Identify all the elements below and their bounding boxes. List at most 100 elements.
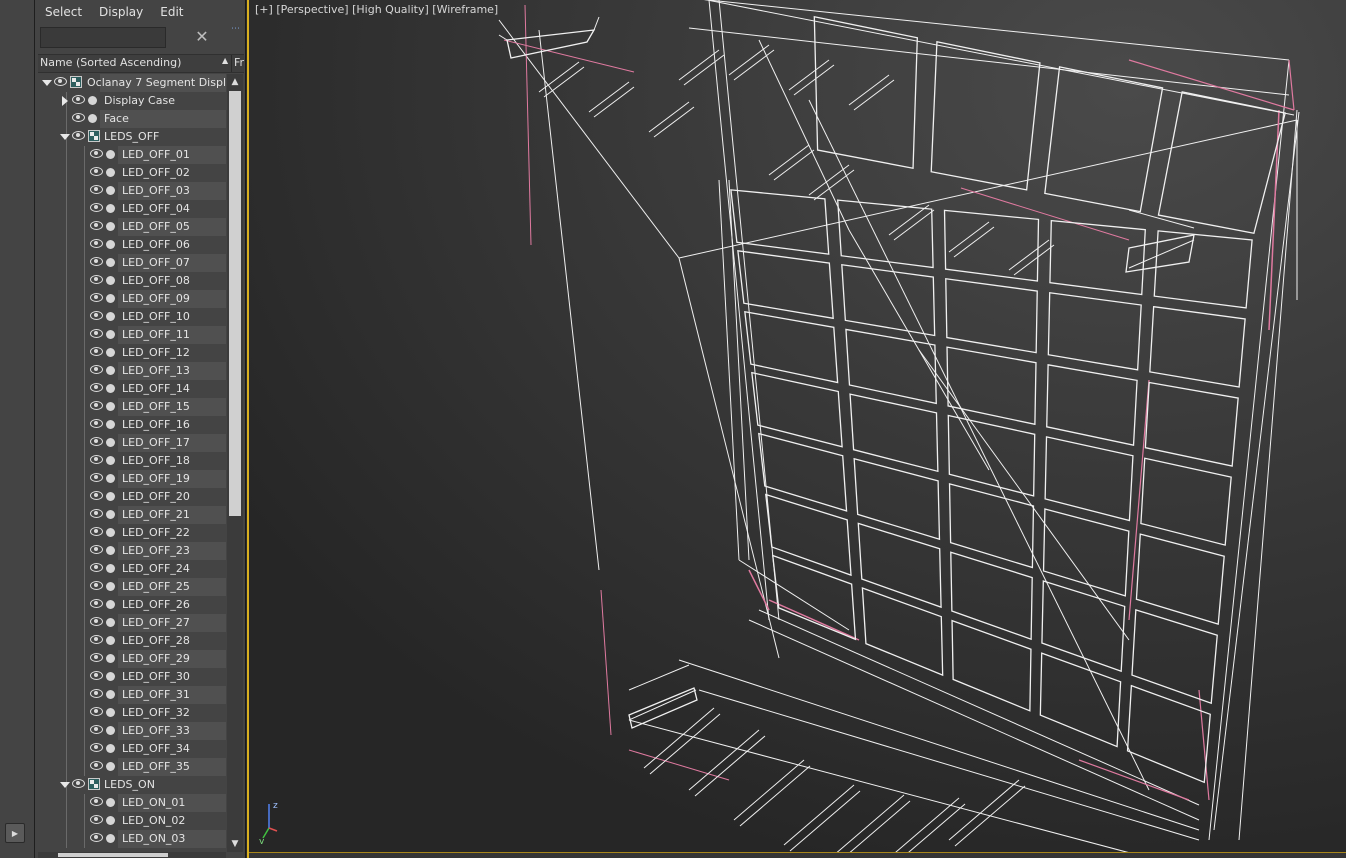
- tree-row-led-off[interactable]: LED_OFF_08: [38, 272, 226, 290]
- eye-icon[interactable]: [90, 329, 103, 338]
- dot-icon[interactable]: [106, 420, 115, 429]
- dot-icon[interactable]: [106, 654, 115, 663]
- tree-row-led-off[interactable]: LED_OFF_17: [38, 434, 226, 452]
- tree-row-led-off[interactable]: LED_OFF_01: [38, 146, 226, 164]
- eye-icon[interactable]: [90, 797, 103, 806]
- eye-icon[interactable]: [90, 833, 103, 842]
- tree-row-led-on[interactable]: LED_ON_03: [38, 830, 226, 848]
- tree-row-led-off[interactable]: LED_OFF_32: [38, 704, 226, 722]
- eye-icon[interactable]: [90, 239, 103, 248]
- viewport-pov-label[interactable]: [Perspective]: [276, 3, 348, 16]
- tree-row-led-off[interactable]: LED_OFF_09: [38, 290, 226, 308]
- dot-icon[interactable]: [106, 798, 115, 807]
- scroll-up-icon[interactable]: ▲: [227, 74, 243, 90]
- tree-row-led-off[interactable]: LED_OFF_30: [38, 668, 226, 686]
- tree-row-led-off[interactable]: LED_OFF_14: [38, 380, 226, 398]
- eye-icon[interactable]: [90, 671, 103, 680]
- dot-icon[interactable]: [106, 438, 115, 447]
- eye-icon[interactable]: [90, 167, 103, 176]
- scroll-thumb[interactable]: [229, 91, 241, 516]
- tree-row-led-off[interactable]: LED_OFF_10: [38, 308, 226, 326]
- eye-icon[interactable]: [54, 77, 67, 86]
- viewport-menu-plus[interactable]: [+]: [255, 3, 273, 16]
- dot-icon[interactable]: [106, 168, 115, 177]
- eye-icon[interactable]: [90, 311, 103, 320]
- dot-icon[interactable]: [106, 708, 115, 717]
- dot-icon[interactable]: [106, 186, 115, 195]
- tree-row-led-off[interactable]: LED_OFF_06: [38, 236, 226, 254]
- collapse-triangle-icon[interactable]: [60, 134, 70, 140]
- dot-icon[interactable]: [106, 528, 115, 537]
- dot-icon[interactable]: [106, 294, 115, 303]
- eye-icon[interactable]: [72, 95, 85, 104]
- eye-icon[interactable]: [90, 743, 103, 752]
- eye-icon[interactable]: [90, 653, 103, 662]
- tree-row-led-off[interactable]: LED_OFF_22: [38, 524, 226, 542]
- menu-display[interactable]: Display: [89, 0, 150, 24]
- dot-icon[interactable]: [106, 546, 115, 555]
- dot-icon[interactable]: [106, 744, 115, 753]
- dot-icon[interactable]: [106, 726, 115, 735]
- tree-row-led-off[interactable]: LED_OFF_34: [38, 740, 226, 758]
- vertical-scrollbar[interactable]: ▲ ▼: [227, 74, 243, 852]
- tree-row-leds-on[interactable]: LEDS_ON: [38, 776, 226, 794]
- eye-icon[interactable]: [72, 779, 85, 788]
- eye-icon[interactable]: [90, 383, 103, 392]
- menu-select[interactable]: Select: [35, 0, 89, 24]
- eye-icon[interactable]: [90, 221, 103, 230]
- tree-row-led-off[interactable]: LED_OFF_26: [38, 596, 226, 614]
- dot-icon[interactable]: [106, 510, 115, 519]
- tree-row-led-off[interactable]: LED_OFF_02: [38, 164, 226, 182]
- tree-row-led-off[interactable]: LED_OFF_05: [38, 218, 226, 236]
- tree-row-led-off[interactable]: LED_OFF_28: [38, 632, 226, 650]
- tree-row-root[interactable]: Oclanay 7 Segment Display: [38, 74, 226, 92]
- tree-row-led-off[interactable]: LED_OFF_23: [38, 542, 226, 560]
- tree-row-led-off[interactable]: LED_OFF_25: [38, 578, 226, 596]
- dot-icon[interactable]: [88, 96, 97, 105]
- eye-icon[interactable]: [90, 491, 103, 500]
- dot-icon[interactable]: [106, 240, 115, 249]
- tree-row-led-off[interactable]: LED_OFF_04: [38, 200, 226, 218]
- dot-icon[interactable]: [106, 330, 115, 339]
- collapse-triangle-icon[interactable]: [60, 782, 70, 788]
- eye-icon[interactable]: [90, 761, 103, 770]
- tree-row-led-off[interactable]: LED_OFF_35: [38, 758, 226, 776]
- dot-icon[interactable]: [106, 618, 115, 627]
- eye-icon[interactable]: [90, 527, 103, 536]
- tree-row-led-on[interactable]: LED_ON_01: [38, 794, 226, 812]
- dot-icon[interactable]: [106, 348, 115, 357]
- tree-row-leds-off[interactable]: LEDS_OFF: [38, 128, 226, 146]
- eye-icon[interactable]: [72, 113, 85, 122]
- tree-row-led-off[interactable]: LED_OFF_03: [38, 182, 226, 200]
- viewport-quality-label[interactable]: [High Quality]: [352, 3, 429, 16]
- dot-icon[interactable]: [106, 276, 115, 285]
- dot-icon[interactable]: [106, 150, 115, 159]
- frozen-column-header[interactable]: Fr: [234, 56, 244, 69]
- eye-icon[interactable]: [90, 689, 103, 698]
- eye-icon[interactable]: [90, 563, 103, 572]
- dot-icon[interactable]: [106, 402, 115, 411]
- tree-row-led-on[interactable]: LED_ON_02: [38, 812, 226, 830]
- eye-icon[interactable]: [90, 365, 103, 374]
- collapse-triangle-icon[interactable]: [42, 80, 52, 86]
- dot-icon[interactable]: [106, 600, 115, 609]
- dot-icon[interactable]: [106, 474, 115, 483]
- tree-row-led-off[interactable]: LED_OFF_12: [38, 344, 226, 362]
- horizontal-scroll-thumb[interactable]: [58, 853, 168, 857]
- horizontal-scrollbar[interactable]: [38, 852, 226, 858]
- eye-icon[interactable]: [90, 455, 103, 464]
- tree-row-display-case[interactable]: Display Case: [38, 92, 226, 110]
- eye-icon[interactable]: [72, 131, 85, 140]
- eye-icon[interactable]: [90, 149, 103, 158]
- dot-icon[interactable]: [106, 366, 115, 375]
- dot-icon[interactable]: [106, 690, 115, 699]
- viewport-shading-label[interactable]: [Wireframe]: [432, 3, 498, 16]
- eye-icon[interactable]: [90, 401, 103, 410]
- viewport-canvas[interactable]: [249, 0, 1346, 858]
- eye-icon[interactable]: [90, 509, 103, 518]
- eye-icon[interactable]: [90, 725, 103, 734]
- dot-icon[interactable]: [106, 312, 115, 321]
- perspective-viewport[interactable]: [+] [Perspective] [High Quality] [Wirefr…: [249, 0, 1346, 858]
- eye-icon[interactable]: [90, 419, 103, 428]
- eye-icon[interactable]: [90, 815, 103, 824]
